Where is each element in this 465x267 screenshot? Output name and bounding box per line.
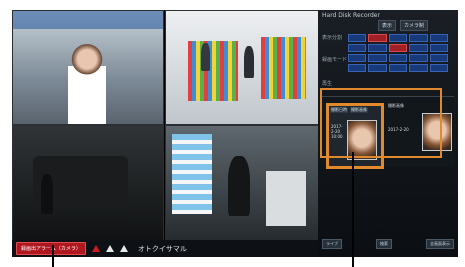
person-figure <box>244 46 254 78</box>
alarm-pointer-line <box>52 245 54 267</box>
copy-machine <box>266 171 306 226</box>
grid-cell[interactable] <box>409 44 428 52</box>
person-figure <box>201 43 210 71</box>
grid-cell[interactable] <box>429 44 448 52</box>
store-shelf <box>188 41 238 101</box>
grid-cell[interactable] <box>388 44 408 52</box>
highlight-callout <box>320 88 442 158</box>
store-sign <box>13 11 163 29</box>
warning-icon[interactable] <box>105 245 114 252</box>
grid-cell[interactable] <box>368 34 387 42</box>
person-figure <box>228 156 250 216</box>
grid-cell[interactable] <box>388 64 408 72</box>
grid-cell[interactable] <box>368 64 387 72</box>
grid-cell[interactable] <box>368 44 387 52</box>
camera-grid <box>348 34 448 72</box>
panel-tabs: 表示 カメラ制 <box>378 20 429 31</box>
person-figure <box>41 174 53 214</box>
monitor-bottom-bar: 録画出アラーム（カメラ） オトクイサマル <box>12 240 318 257</box>
grid-cell[interactable] <box>409 54 428 62</box>
grid-cell[interactable] <box>368 54 387 62</box>
search-button[interactable]: 検索 <box>376 239 392 249</box>
alarm-button[interactable]: 録画出アラーム（カメラ） <box>16 242 86 255</box>
grid-cell[interactable] <box>388 34 408 42</box>
side-label-mode: 録画モード <box>322 57 348 63</box>
grid-cell[interactable] <box>348 54 367 62</box>
grid-cell[interactable] <box>429 54 448 62</box>
grid-cell[interactable] <box>429 64 448 72</box>
grid-cell[interactable] <box>348 44 367 52</box>
status-text: オトクイサマル <box>137 244 187 253</box>
camera-view-2[interactable] <box>165 10 319 125</box>
side-label-split: 表示分割 <box>322 35 343 41</box>
grid-cell[interactable] <box>409 34 428 42</box>
camera-view-1[interactable] <box>12 10 164 125</box>
callout-pointer-line <box>352 152 354 267</box>
tab-display[interactable]: 表示 <box>378 20 397 31</box>
tab-camera[interactable]: カメラ制 <box>400 20 429 31</box>
side-label-playback: 再生 <box>322 81 333 87</box>
panel-title: Hard Disk Recorder <box>322 12 380 19</box>
grid-cell[interactable] <box>348 34 367 42</box>
drink-cooler <box>172 134 212 214</box>
camera-monitor: 録画出アラーム（カメラ） オトクイサマル <box>12 10 319 257</box>
grid-cell[interactable] <box>388 54 408 62</box>
live-button[interactable]: ライブ <box>322 239 342 249</box>
grid-cell[interactable] <box>409 64 428 72</box>
warning-icon[interactable] <box>119 245 128 252</box>
camera-view-4[interactable] <box>165 125 319 241</box>
grid-cell[interactable] <box>348 64 367 72</box>
person-figure <box>68 41 106 124</box>
store-shelf <box>261 37 306 99</box>
grid-cell[interactable] <box>429 34 448 42</box>
panel-footer: ライブ 検索 全画面表示 <box>322 239 454 249</box>
fullscreen-button[interactable]: 全画面表示 <box>426 239 454 249</box>
warning-icon[interactable] <box>91 245 100 252</box>
camera-view-3[interactable] <box>12 125 164 241</box>
